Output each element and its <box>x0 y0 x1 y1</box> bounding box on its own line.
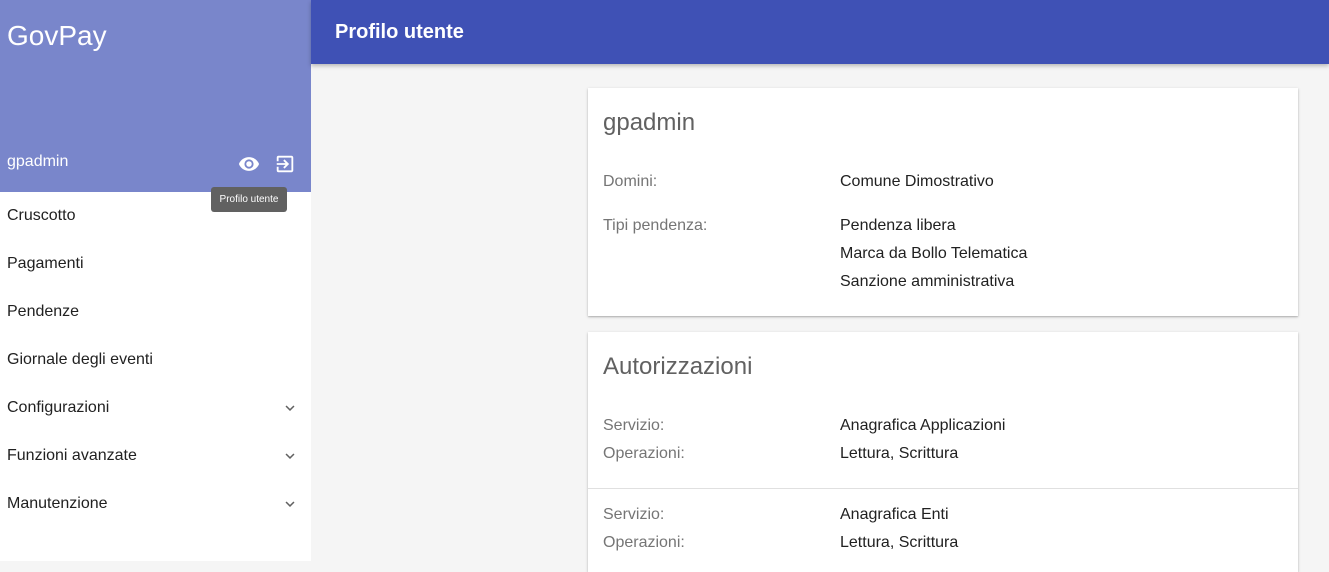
sidebar-item-configurazioni[interactable]: Configurazioni <box>0 384 311 432</box>
tipi-pendenza-value: Sanzione amministrativa <box>840 273 1015 290</box>
eye-icon <box>238 157 260 171</box>
profile-card-title: gpadmin <box>603 109 696 136</box>
sidebar-item-giornale-eventi[interactable]: Giornale degli eventi <box>0 336 311 384</box>
divider <box>588 488 1298 489</box>
chevron-down-icon <box>285 453 295 459</box>
chevron-down-icon <box>285 501 295 507</box>
sidebar-item-pendenze[interactable]: Pendenze <box>0 288 311 336</box>
tipi-pendenza-label: Tipi pendenza: <box>603 217 708 234</box>
page-title: Profilo utente <box>335 21 464 43</box>
sidebar-item-manutenzione[interactable]: Manutenzione <box>0 480 311 528</box>
servizio-label: Servizio: <box>603 506 665 523</box>
logout-button[interactable] <box>273 152 297 176</box>
tipi-pendenza-value: Marca da Bollo Telematica <box>840 245 1028 262</box>
sidebar-item-label: Giornale degli eventi <box>7 351 153 368</box>
sidebar-item-label: Configurazioni <box>7 399 110 416</box>
profile-tooltip: Profilo utente <box>211 187 287 212</box>
sidebar: GovPay gpadmin Profilo utente Cruscotto … <box>0 0 311 561</box>
tipi-pendenza-value: Pendenza libera <box>840 217 956 234</box>
sidebar-header: GovPay gpadmin <box>0 0 311 192</box>
logout-icon <box>276 155 294 173</box>
sidebar-item-label: Funzioni avanzate <box>7 447 137 464</box>
servizio-value: Anagrafica Enti <box>840 506 949 523</box>
chevron-down-icon <box>285 405 295 411</box>
domini-value: Comune Dimostrativo <box>840 173 994 190</box>
app-title: GovPay <box>7 20 107 51</box>
operazioni-label: Operazioni: <box>603 534 685 551</box>
sidebar-item-pagamenti[interactable]: Pagamenti <box>0 240 311 288</box>
sidebar-item-funzioni-avanzate[interactable]: Funzioni avanzate <box>0 432 311 480</box>
topbar: Profilo utente <box>311 0 1329 64</box>
servizio-label: Servizio: <box>603 417 665 434</box>
sidebar-item-label: Manutenzione <box>7 495 108 512</box>
profile-view-button[interactable] <box>237 152 261 176</box>
operazioni-label: Operazioni: <box>603 445 685 462</box>
profile-card: gpadmin Domini: Comune Dimostrativo Tipi… <box>588 88 1298 316</box>
sidebar-item-label: Pendenze <box>7 303 80 320</box>
sidebar-menu: Cruscotto Pagamenti Pendenze Giornale de… <box>0 192 311 528</box>
domini-label: Domini: <box>603 173 658 190</box>
authorizations-card: Autorizzazioni Servizio: Anagrafica Appl… <box>588 332 1298 572</box>
operazioni-value: Lettura, Scrittura <box>840 534 959 551</box>
user-name: gpadmin <box>7 153 69 170</box>
sidebar-item-label: Cruscotto <box>7 207 76 224</box>
operazioni-value: Lettura, Scrittura <box>840 445 959 462</box>
servizio-value: Anagrafica Applicazioni <box>840 417 1006 434</box>
sidebar-item-label: Pagamenti <box>7 255 84 272</box>
authorizations-card-title: Autorizzazioni <box>603 353 753 380</box>
